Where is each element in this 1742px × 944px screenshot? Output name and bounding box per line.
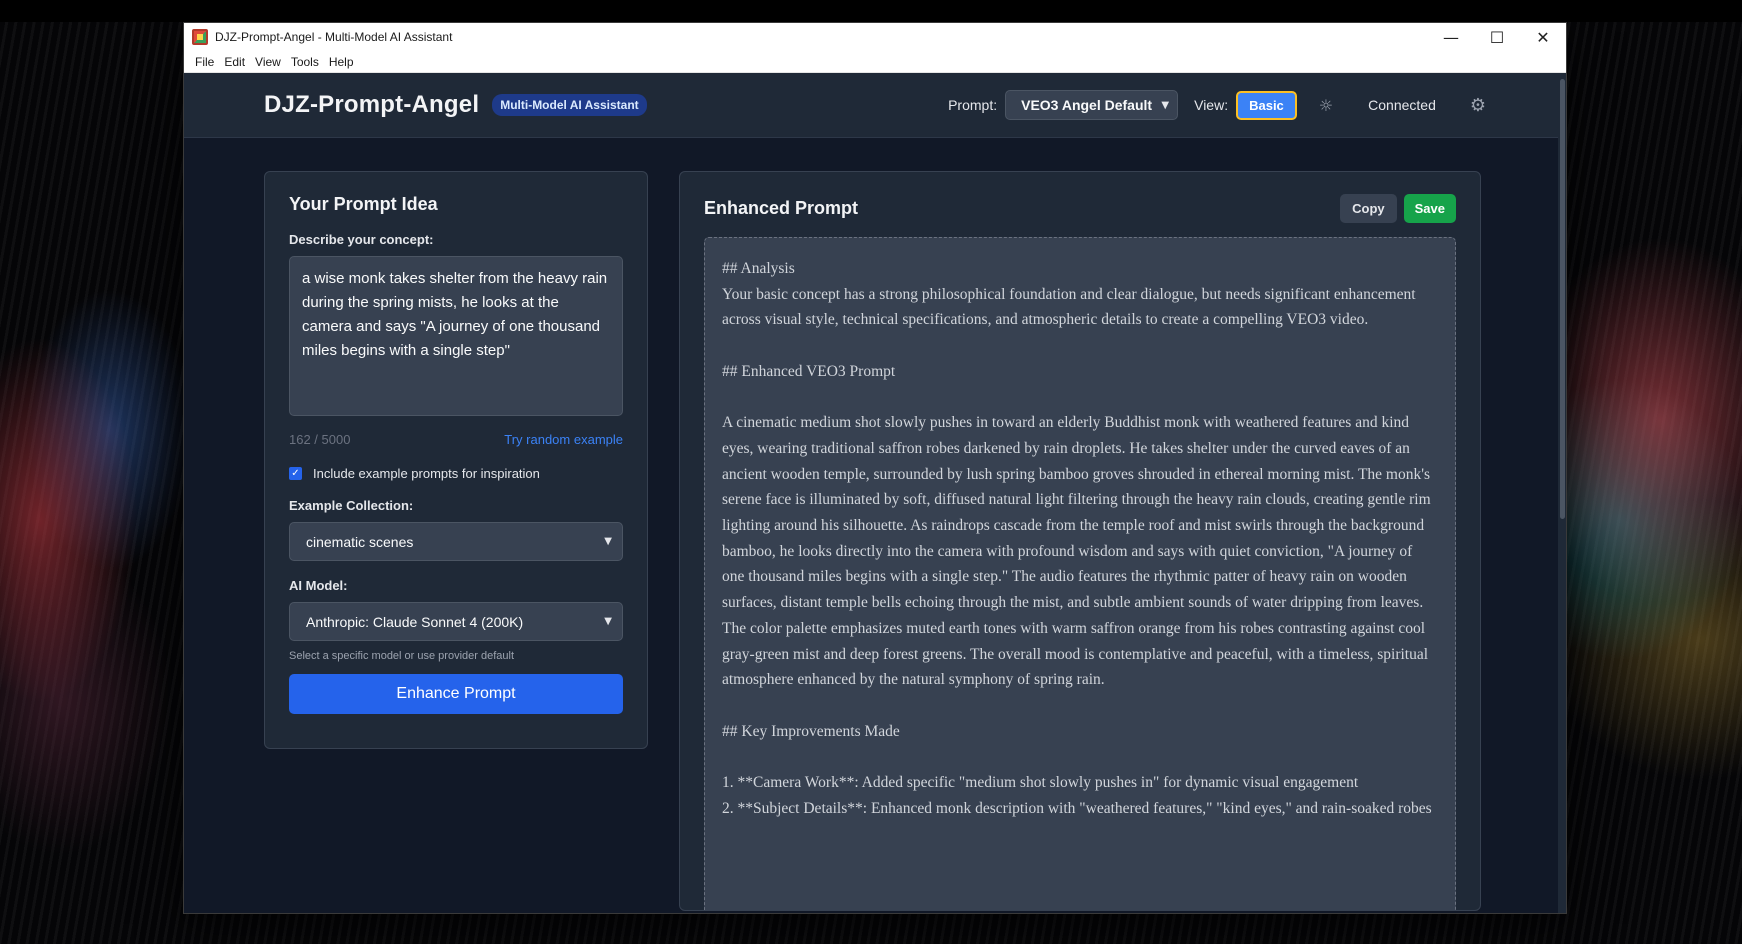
app-logo-icon <box>192 29 208 45</box>
menu-view[interactable]: View <box>250 55 286 69</box>
maximize-button[interactable]: ☐ <box>1474 23 1520 51</box>
prompt-idea-title: Your Prompt Idea <box>289 194 438 214</box>
gear-icon[interactable]: ⚙ <box>1470 95 1486 116</box>
enhance-prompt-button[interactable]: Enhance Prompt <box>289 674 623 714</box>
concept-label: Describe your concept: <box>289 232 434 247</box>
brand-badge: Multi-Model AI Assistant <box>492 94 647 116</box>
view-mode-button[interactable]: Basic <box>1236 90 1297 120</box>
include-examples-row[interactable]: ✓ Include example prompts for inspiratio… <box>289 466 623 481</box>
improvement-item: 1. **Camera Work**: Added specific "medi… <box>722 774 1359 791</box>
enhanced-prompt-header: Enhanced Prompt Copy Save <box>704 194 1456 223</box>
collection-label: Example Collection: <box>289 498 414 513</box>
scrollbar-thumb[interactable] <box>1560 79 1565 519</box>
sun-icon[interactable]: ☼ <box>1319 96 1333 115</box>
copy-button[interactable]: Copy <box>1340 194 1397 223</box>
char-count: 162 / 5000 <box>289 432 351 447</box>
concept-textarea[interactable]: a wise monk takes shelter from the heavy… <box>289 256 623 416</box>
menu-file[interactable]: File <box>190 55 219 69</box>
analysis-text: Your basic concept has a strong philosop… <box>722 285 1416 329</box>
menu-edit[interactable]: Edit <box>219 55 250 69</box>
app-window: DJZ-Prompt-Angel - Multi-Model AI Assist… <box>183 22 1567 914</box>
title-bar[interactable]: DJZ-Prompt-Angel - Multi-Model AI Assist… <box>184 23 1566 51</box>
model-select[interactable]: Anthropic: Claude Sonnet 4 (200K) ▼ <box>289 602 623 641</box>
connection-status: Connected <box>1368 97 1436 113</box>
menu-bar: File Edit View Tools Help <box>184 51 1566 73</box>
enhanced-prompt-panel: Enhanced Prompt Copy Save ## Analysis Yo… <box>679 171 1481 911</box>
menu-help[interactable]: Help <box>324 55 359 69</box>
enhanced-prompt-output[interactable]: ## Analysis Your basic concept has a str… <box>704 237 1456 910</box>
concept-footer: 162 / 5000 Try random example <box>289 432 623 447</box>
enhanced-heading: ## Enhanced VEO3 Prompt <box>722 362 896 380</box>
save-button[interactable]: Save <box>1403 194 1456 223</box>
prompt-label: Prompt: <box>948 97 998 113</box>
include-examples-label: Include example prompts for inspiration <box>313 466 540 481</box>
chevron-down-icon: ▼ <box>604 536 612 547</box>
enhanced-text: A cinematic medium shot slowly pushes in… <box>722 414 1431 689</box>
window-scrollbar[interactable] <box>1558 73 1566 913</box>
close-button[interactable]: ✕ <box>1520 23 1566 51</box>
app-body: DJZ-Prompt-Angel Multi-Model AI Assistan… <box>184 73 1566 913</box>
prompt-select[interactable]: VEO3 Angel Default ▼ <box>1005 90 1179 120</box>
prompt-select-value: VEO3 Angel Default <box>1021 97 1153 113</box>
model-helper-text: Select a specific model or use provider … <box>289 650 515 662</box>
improvement-item: 2. **Subject Details**: Enhanced monk de… <box>722 799 1432 817</box>
brand-title: DJZ-Prompt-Angel <box>264 91 480 118</box>
prompt-idea-panel: Your Prompt Idea Describe your concept: … <box>264 171 648 749</box>
collection-select-value: cinematic scenes <box>306 533 414 550</box>
desktop-top-strip <box>0 0 1742 22</box>
model-label: AI Model: <box>289 578 348 593</box>
enhanced-prompt-title: Enhanced Prompt <box>704 198 859 218</box>
include-examples-checkbox[interactable]: ✓ <box>289 467 302 480</box>
menu-tools[interactable]: Tools <box>286 55 324 69</box>
chevron-down-icon: ▼ <box>1161 99 1170 111</box>
collection-select[interactable]: cinematic scenes ▼ <box>289 522 623 561</box>
view-label: View: <box>1194 97 1229 113</box>
analysis-heading: ## Analysis <box>722 260 795 277</box>
window-title: DJZ-Prompt-Angel - Multi-Model AI Assist… <box>215 30 453 44</box>
improvements-heading: ## Key Improvements Made <box>722 722 900 740</box>
chevron-down-icon: ▼ <box>604 616 612 627</box>
header-controls: Prompt: VEO3 Angel Default ▼ View: Basic… <box>948 90 1486 120</box>
random-example-link[interactable]: Try random example <box>504 432 623 447</box>
model-select-value: Anthropic: Claude Sonnet 4 (200K) <box>306 613 524 630</box>
minimize-button[interactable]: — <box>1428 23 1474 51</box>
app-header: DJZ-Prompt-Angel Multi-Model AI Assistan… <box>184 73 1566 138</box>
